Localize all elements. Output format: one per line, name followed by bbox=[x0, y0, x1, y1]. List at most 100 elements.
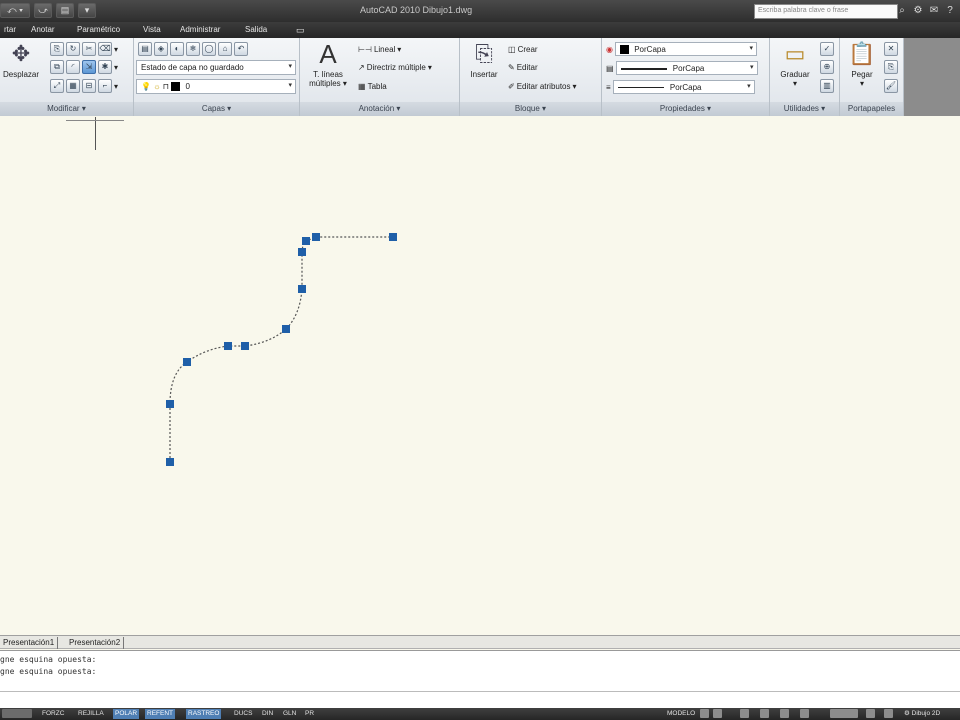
quick-view-layouts-icon[interactable] bbox=[700, 709, 709, 718]
cut-icon[interactable]: ✕ bbox=[884, 42, 898, 56]
tab-layout-1[interactable]: Presentación1 bbox=[0, 637, 59, 649]
edit-polyline-icon[interactable]: ⌐ bbox=[98, 79, 112, 93]
zoom-icon[interactable] bbox=[760, 709, 769, 718]
tab-parametrico[interactable]: Paramétrico bbox=[77, 25, 120, 34]
multileader-button[interactable]: ↗ Directriz múltiple ▾ bbox=[358, 59, 432, 75]
subscription-icon[interactable]: ⚙ bbox=[912, 4, 924, 17]
grip-point[interactable] bbox=[312, 233, 320, 241]
insert-block-button[interactable]: ⎘ Insertar bbox=[464, 40, 504, 79]
edit-attributes-button[interactable]: ✐ Editar atributos ▾ bbox=[508, 78, 577, 94]
lineweight-dropdown[interactable]: PorCapa ▾ bbox=[612, 80, 755, 94]
layer-freeze-icon[interactable]: ❄ bbox=[186, 42, 200, 56]
copy-clip-icon[interactable]: ⎘ bbox=[884, 60, 898, 74]
offset-icon[interactable]: ⊟ bbox=[82, 79, 96, 93]
match-properties-icon[interactable]: 🖌 bbox=[884, 79, 898, 93]
panel-title-block[interactable]: Bloque ▾ bbox=[460, 102, 601, 116]
scale-icon[interactable]: ⤢ bbox=[50, 79, 64, 93]
layer-off-icon[interactable]: ◯ bbox=[202, 42, 216, 56]
rotate-icon[interactable]: ↻ bbox=[66, 42, 80, 56]
redo-icon[interactable]: ⤻ bbox=[34, 3, 52, 18]
linear-dim-button[interactable]: ⊢⊣ Lineal ▾ bbox=[358, 41, 401, 57]
grip-point[interactable] bbox=[241, 342, 249, 350]
grip-point[interactable] bbox=[224, 342, 232, 350]
dropdown-icon[interactable]: ▾ bbox=[114, 82, 122, 91]
toggle-ducs[interactable]: DUCS bbox=[232, 709, 254, 719]
paste-button[interactable]: 📋 Pegar ▾ bbox=[844, 40, 880, 88]
qat-dropdown-icon[interactable]: ▾ bbox=[78, 3, 96, 18]
grip-point[interactable] bbox=[166, 400, 174, 408]
dropdown-icon[interactable]: ▾ bbox=[114, 63, 122, 72]
mirror-icon[interactable]: ⧉ bbox=[50, 60, 64, 74]
layer-properties-icon[interactable]: ▤ bbox=[138, 42, 152, 56]
annotation-visibility-icon[interactable] bbox=[866, 709, 875, 718]
mtext-button[interactable]: A T. líneas múltiples ▾ bbox=[304, 39, 352, 89]
auto-scale-icon[interactable] bbox=[884, 709, 893, 718]
toggle-din[interactable]: DIN bbox=[260, 709, 275, 719]
ribbon-toggle-icon[interactable]: ▭ bbox=[296, 25, 305, 36]
trim-icon[interactable]: ✂ bbox=[82, 42, 96, 56]
selected-spline[interactable] bbox=[169, 236, 393, 462]
grip-point[interactable] bbox=[166, 458, 174, 466]
steering-wheel-icon[interactable] bbox=[780, 709, 789, 718]
panel-title-clipboard[interactable]: Portapapeles bbox=[840, 102, 903, 116]
quick-select-icon[interactable]: ✓ bbox=[820, 42, 834, 56]
grip-point[interactable] bbox=[298, 285, 306, 293]
command-input[interactable] bbox=[0, 691, 960, 707]
id-point-icon[interactable]: ⊕ bbox=[820, 60, 834, 74]
grip-point[interactable] bbox=[302, 237, 310, 245]
layer-lock-icon[interactable]: ⌂ bbox=[218, 42, 232, 56]
toggle-rastreo[interactable]: RASTREO bbox=[186, 709, 222, 719]
tab-administrar[interactable]: Administrar bbox=[180, 25, 220, 34]
tab-insertar[interactable]: rtar bbox=[4, 25, 16, 34]
communication-icon[interactable]: ✉ bbox=[928, 4, 940, 17]
grip-point[interactable] bbox=[389, 233, 397, 241]
panel-title-modify[interactable]: Modificar ▾ bbox=[0, 102, 133, 116]
measure-button[interactable]: ▭ Graduar ▾ bbox=[772, 40, 818, 88]
undo-icon[interactable]: ⤺ ▾ bbox=[0, 3, 30, 18]
tab-anotar[interactable]: Anotar bbox=[31, 25, 55, 34]
grip-point[interactable] bbox=[298, 248, 306, 256]
tab-salida[interactable]: Salida bbox=[245, 25, 267, 34]
grip-point[interactable] bbox=[282, 325, 290, 333]
create-block-button[interactable]: ◫ Crear bbox=[508, 41, 538, 57]
toggle-forzc[interactable]: FORZC bbox=[40, 709, 66, 719]
drawing-canvas[interactable] bbox=[0, 117, 960, 635]
plot-icon[interactable]: ▤ bbox=[56, 3, 74, 18]
grip-point[interactable] bbox=[183, 358, 191, 366]
toggle-rejilla[interactable]: REJILLA bbox=[76, 709, 106, 719]
toggle-refent[interactable]: REFENT bbox=[145, 709, 175, 719]
layer-state-dropdown[interactable]: Estado de capa no guardado ▾ bbox=[136, 60, 296, 75]
calculator-icon[interactable]: ▥ bbox=[820, 79, 834, 93]
quick-view-drawings-icon[interactable] bbox=[713, 709, 722, 718]
pan-icon[interactable] bbox=[740, 709, 749, 718]
toggle-gln[interactable]: GLN bbox=[281, 709, 298, 719]
tab-layout-2[interactable]: Presentación2 bbox=[66, 637, 125, 649]
dropdown-icon[interactable]: ▾ bbox=[114, 45, 122, 54]
copy-icon[interactable]: ⎘ bbox=[50, 42, 64, 56]
panel-title-utilities[interactable]: Utilidades ▾ bbox=[770, 102, 839, 116]
fillet-icon[interactable]: ◜ bbox=[66, 60, 80, 74]
panel-title-annotation[interactable]: Anotación ▾ bbox=[300, 102, 459, 116]
erase-icon[interactable]: ⌫ bbox=[98, 42, 112, 56]
search-icon[interactable]: ⌕ bbox=[896, 4, 908, 17]
annotation-scale-icon[interactable] bbox=[830, 709, 858, 718]
layer-match-icon[interactable]: ◈ bbox=[154, 42, 168, 56]
model-space-button[interactable]: MODELO bbox=[665, 709, 697, 719]
table-button[interactable]: ▦ Tabla bbox=[358, 78, 387, 94]
panel-title-properties[interactable]: Propiedades ▾ bbox=[602, 102, 769, 116]
tab-vista[interactable]: Vista bbox=[143, 25, 161, 34]
explode-icon[interactable]: ✱ bbox=[98, 60, 112, 74]
color-dropdown[interactable]: PorCapa ▾ bbox=[614, 42, 757, 56]
search-input[interactable]: Escriba palabra clave o frase bbox=[754, 4, 898, 19]
layer-isolate-icon[interactable]: ◐ bbox=[170, 42, 184, 56]
stretch-icon[interactable]: ⇲ bbox=[82, 60, 96, 74]
toggle-pr[interactable]: PR bbox=[303, 709, 316, 719]
linetype-dropdown[interactable]: PorCapa ▾ bbox=[615, 61, 758, 75]
workspace-switch[interactable]: ⚙ Dibujo 2D bbox=[902, 709, 942, 719]
layer-previous-icon[interactable]: ↶ bbox=[234, 42, 248, 56]
array-icon[interactable]: ▦ bbox=[66, 79, 80, 93]
layer-dropdown[interactable]: 💡 ☼ ⊓ 0 ▾ bbox=[136, 79, 296, 94]
drawing-svg[interactable] bbox=[0, 117, 960, 635]
toggle-polar[interactable]: POLAR bbox=[113, 709, 140, 719]
edit-block-button[interactable]: ✎ Editar bbox=[508, 59, 538, 75]
